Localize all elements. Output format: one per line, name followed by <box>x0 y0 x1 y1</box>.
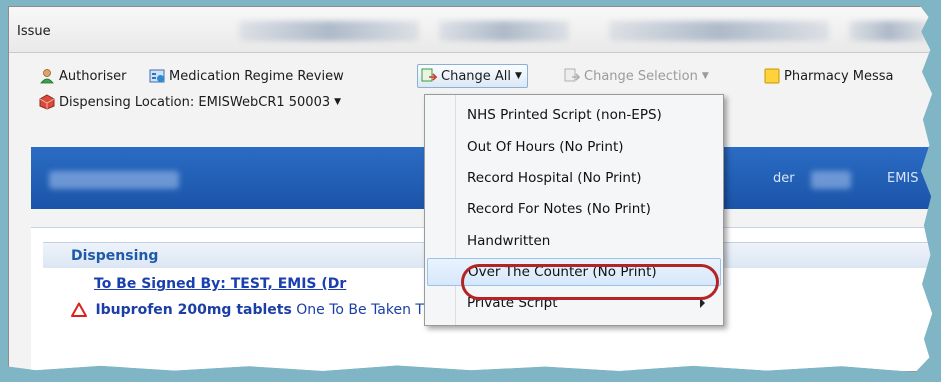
blurred-toolbar-area <box>849 21 929 41</box>
dispensing-location-dropdown[interactable]: Dispensing Location: EMISWebCR1 50003 ▼ <box>39 92 341 112</box>
change-all-label: Change All <box>441 68 512 84</box>
section-title: Dispensing <box>71 248 159 264</box>
blurred-toolbar-area <box>609 21 829 41</box>
dispensing-location-icon <box>39 94 55 110</box>
chevron-down-icon: ▼ <box>334 97 342 107</box>
pharmacy-message-label: Pharmacy Messa <box>784 68 894 84</box>
title-bar: Issue <box>9 7 933 53</box>
blurred-banner-text <box>811 171 851 189</box>
medication-regime-review-button[interactable]: Medication Regime Review <box>149 66 344 86</box>
submenu-arrow-icon <box>700 298 705 308</box>
signed-by-link[interactable]: To Be Signed By: TEST, EMIS (Dr <box>94 276 346 292</box>
toolbar-row-1: Authoriser Medication Regime Review Chan… <box>9 63 932 89</box>
menu-item-out-of-hours[interactable]: Out Of Hours (No Print) <box>427 133 721 161</box>
menu-item-record-hospital[interactable]: Record Hospital (No Print) <box>427 164 721 192</box>
chevron-down-icon: ▼ <box>515 71 522 81</box>
change-selection-icon <box>564 68 581 84</box>
user-icon <box>39 68 55 84</box>
pharmacy-message-icon <box>764 68 780 84</box>
medication-review-icon <box>149 68 165 84</box>
authoriser-label: Authoriser <box>59 68 127 84</box>
change-all-icon <box>421 68 438 84</box>
change-all-button[interactable]: Change All ▼ <box>417 64 528 88</box>
window-title: Issue <box>17 24 51 39</box>
menu-item-private-script[interactable]: Private Script <box>427 289 721 317</box>
change-all-menu: NHS Printed Script (non-EPS) Out Of Hour… <box>424 94 724 326</box>
blurred-toolbar-area <box>239 21 419 41</box>
change-selection-button[interactable]: Change Selection ▼ <box>564 66 709 86</box>
banner-text: EMIS <box>887 171 919 186</box>
menu-item-handwritten[interactable]: Handwritten <box>427 227 721 255</box>
medication-regime-review-label: Medication Regime Review <box>169 68 344 84</box>
chevron-down-icon: ▼ <box>701 71 709 81</box>
change-selection-label: Change Selection <box>584 68 698 84</box>
menu-item-nhs-printed-script[interactable]: NHS Printed Script (non-EPS) <box>427 101 721 129</box>
banner-text: der <box>773 171 795 186</box>
blurred-toolbar-area <box>439 21 569 41</box>
pharmacy-message-button[interactable]: Pharmacy Messa <box>764 66 894 86</box>
menu-item-record-for-notes[interactable]: Record For Notes (No Print) <box>427 195 721 223</box>
menu-item-over-the-counter[interactable]: Over The Counter (No Print) <box>427 258 721 286</box>
dispensing-location-label: Dispensing Location: EMISWebCR1 50003 <box>59 94 331 110</box>
authoriser-button[interactable]: Authoriser <box>39 66 127 86</box>
drug-name: Ibuprofen 200mg tablets <box>95 302 292 318</box>
blurred-patient-name <box>49 171 179 189</box>
warning-triangle-icon <box>71 302 87 321</box>
issue-window: Issue Authoriser Medication Regime Revie… <box>8 6 933 372</box>
